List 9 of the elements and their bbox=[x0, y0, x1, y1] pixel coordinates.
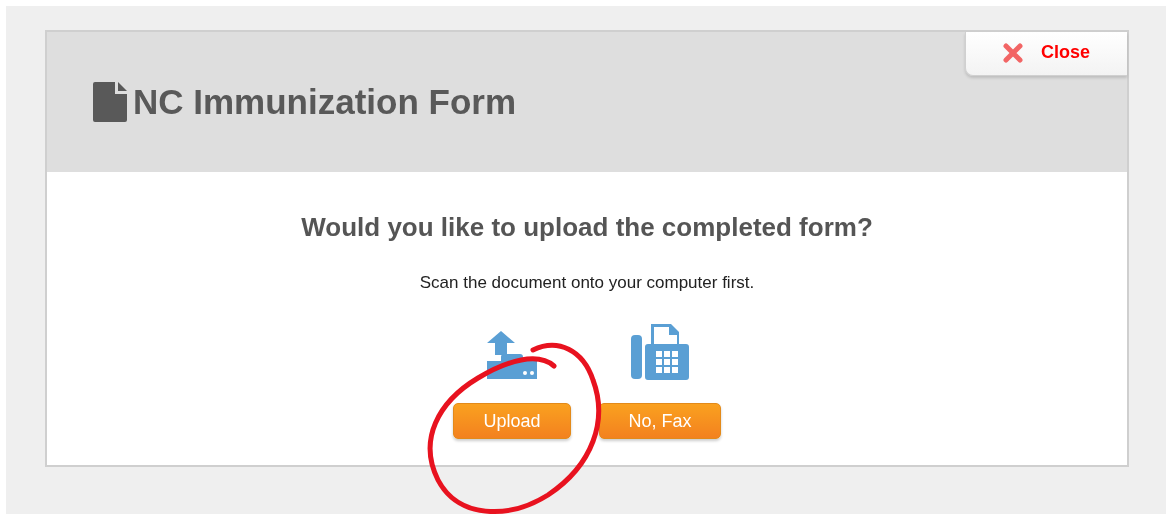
document-icon bbox=[93, 82, 127, 122]
instruction-text: Scan the document onto your computer first. bbox=[419, 273, 755, 293]
question-heading: Would you like to upload the completed form? bbox=[301, 212, 873, 243]
fax-machine-icon bbox=[631, 323, 689, 381]
close-icon bbox=[1003, 42, 1023, 63]
close-button[interactable]: Close bbox=[965, 32, 1127, 76]
fax-button[interactable]: No, Fax bbox=[599, 403, 721, 439]
dialog-title: NC Immunization Form bbox=[133, 82, 517, 122]
upload-button[interactable]: Upload bbox=[453, 403, 571, 439]
